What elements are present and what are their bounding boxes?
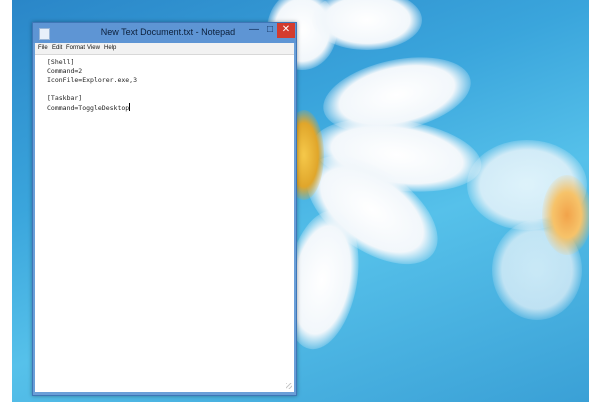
editor-line: IconFile=Explorer.exe,3 <box>47 76 138 84</box>
menu-file[interactable]: File <box>38 45 48 51</box>
notepad-icon[interactable] <box>39 28 50 40</box>
maximize-button[interactable]: □ <box>263 23 277 38</box>
menu-format[interactable]: Format <box>66 45 85 51</box>
editor-line: [Taskbar] <box>47 94 83 102</box>
window-title: New Text Document.txt - Notepad <box>100 27 236 37</box>
menu-edit[interactable]: Edit <box>52 45 62 51</box>
text-caret <box>129 103 131 111</box>
resize-grip-icon[interactable] <box>286 383 292 389</box>
notepad-window[interactable]: New Text Document.txt - Notepad — □ ✕ Fi… <box>32 22 297 396</box>
menu-help[interactable]: Help <box>104 45 116 51</box>
close-button[interactable]: ✕ <box>277 23 295 38</box>
editor-line: Command=2 <box>47 67 83 75</box>
minimize-button[interactable]: — <box>247 23 261 38</box>
maximize-icon: □ <box>266 24 274 35</box>
flower-center <box>542 175 589 255</box>
menu-view[interactable]: View <box>87 45 100 51</box>
editor-line-text: Command=ToggleDesktop <box>47 104 130 112</box>
editor-line: [Shell] <box>47 58 75 66</box>
text-editor-area[interactable]: [Shell] Command=2 IconFile=Explorer.exe,… <box>35 54 294 392</box>
editor-line-with-caret: Command=ToggleDesktop <box>47 103 131 112</box>
minimize-icon: — <box>249 24 259 35</box>
title-bar[interactable]: New Text Document.txt - Notepad — □ ✕ <box>33 23 296 43</box>
close-icon: ✕ <box>281 24 291 35</box>
menu-bar: File Edit Format View Help <box>35 43 294 54</box>
